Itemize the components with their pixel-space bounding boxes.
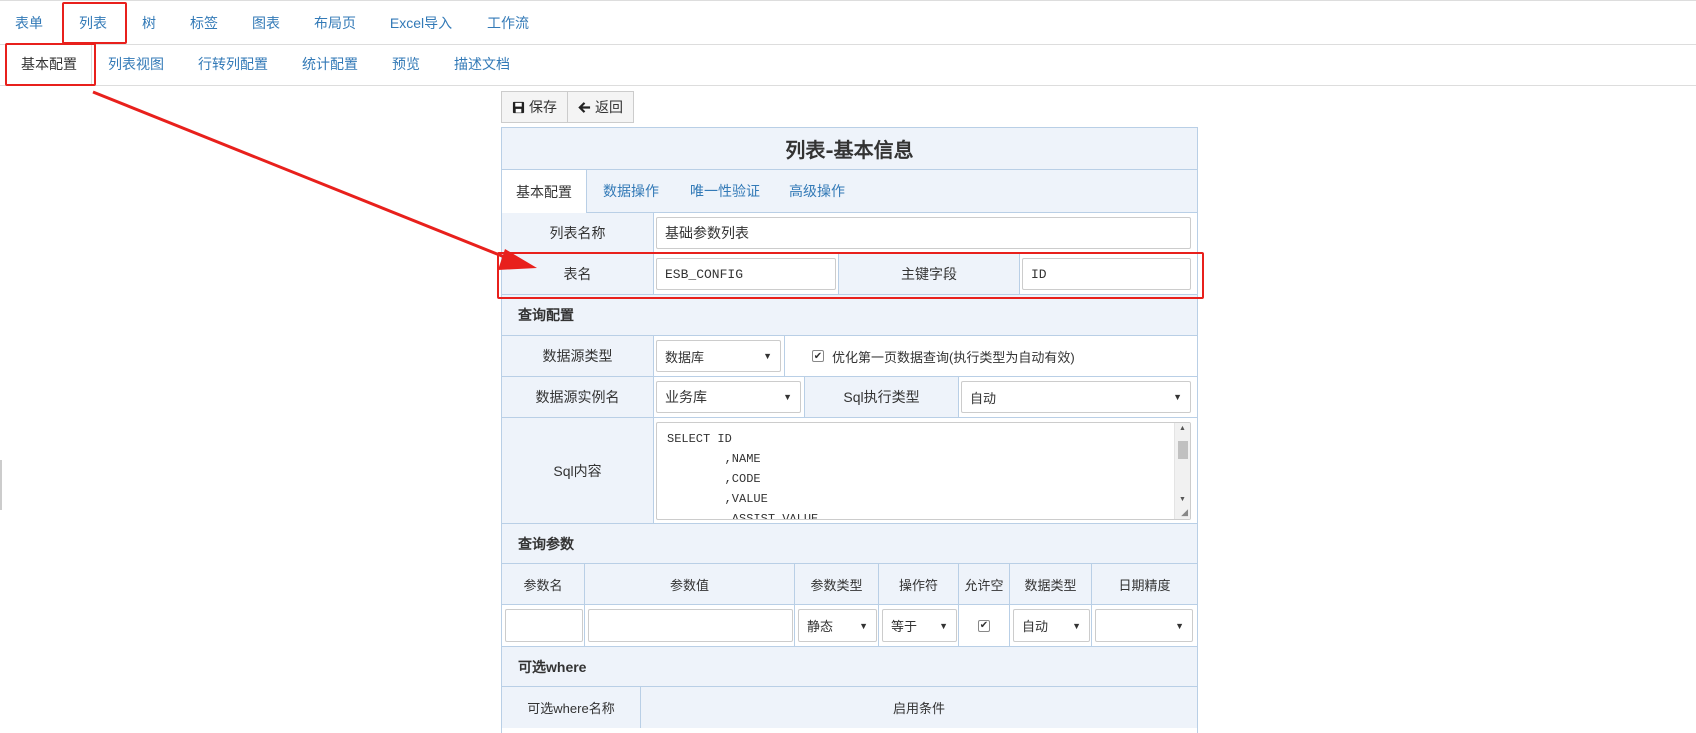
optional-where-header-row: 可选where名称 启用条件 xyxy=(502,687,1197,728)
sql-content-label: Sql内容 xyxy=(502,418,654,523)
scroll-down-icon[interactable]: ▼ xyxy=(1179,496,1186,503)
sub-tab-row-to-column[interactable]: 行转列配置 xyxy=(196,43,270,85)
highlight-box-basic-config-tab xyxy=(5,43,96,86)
sub-tab-stats-config[interactable]: 统计配置 xyxy=(300,43,360,85)
datasource-instance-value: 业务库 xyxy=(665,389,707,405)
nullable-checkbox-icon[interactable]: ✔ xyxy=(978,619,990,632)
sql-exec-type-label: Sql执行类型 xyxy=(804,377,959,417)
datasource-instance-label: 数据源实例名 xyxy=(502,377,654,417)
param-header-type: 参数类型 xyxy=(795,564,879,604)
param-header-operator: 操作符 xyxy=(879,564,959,604)
panel-tab-data-operations[interactable]: 数据操作 xyxy=(600,170,662,212)
sql-content-textarea[interactable]: SELECT ID ,NAME ,CODE ,VALUE ,ASSIST_VAL… xyxy=(656,422,1191,520)
arrow-left-icon xyxy=(578,101,591,113)
checkbox-checked-icon[interactable]: ✔ xyxy=(812,350,824,362)
panel-tab-advanced-operations[interactable]: 高级操作 xyxy=(787,170,847,212)
param-operator-value: 等于 xyxy=(891,619,918,634)
top-tab-chart[interactable]: 图表 xyxy=(244,1,288,44)
column-divider xyxy=(783,336,785,376)
datasource-instance-select[interactable]: 业务库 xyxy=(656,381,801,413)
highlight-box-list-tab xyxy=(62,2,127,44)
row-sql-content: Sql内容 SELECT ID ,NAME ,CODE ,VALUE ,ASSI… xyxy=(502,418,1197,524)
back-label: 返回 xyxy=(595,99,623,115)
param-date-precision-select[interactable] xyxy=(1095,609,1193,642)
back-button[interactable]: 返回 xyxy=(568,91,634,123)
resize-grip-icon[interactable]: ◢ xyxy=(1181,507,1188,518)
sql-scrollbar[interactable]: ▲ ▼ xyxy=(1174,423,1190,519)
query-config-section-title: 查询配置 xyxy=(502,295,1197,336)
optional-where-section-title: 可选where xyxy=(502,647,1197,687)
param-value-input[interactable] xyxy=(588,609,793,642)
param-name-input[interactable] xyxy=(505,609,583,642)
save-button[interactable]: 保存 xyxy=(501,91,568,123)
window-edge-marker xyxy=(0,460,2,510)
datasource-type-value: 数据库 xyxy=(665,349,705,365)
param-header-nullable: 允许空 xyxy=(959,564,1010,604)
top-tab-excel-import[interactable]: Excel导入 xyxy=(384,1,458,44)
panel-tabs: 基本配置 数据操作 唯一性验证 高级操作 xyxy=(502,170,1197,213)
sql-exec-type-value: 自动 xyxy=(970,390,997,406)
top-tab-layout[interactable]: 布局页 xyxy=(306,1,364,44)
param-operator-select[interactable]: 等于 xyxy=(882,609,957,642)
list-name-label: 列表名称 xyxy=(502,213,654,253)
param-header-date-precision: 日期精度 xyxy=(1092,564,1197,604)
enable-condition-header: 启用条件 xyxy=(641,687,1197,728)
datasource-type-select[interactable]: 数据库 xyxy=(656,340,781,372)
sub-tab-list-view[interactable]: 列表视图 xyxy=(104,43,168,85)
optimize-first-page-option[interactable]: ✔ 优化第一页数据查询(执行类型为自动有效) xyxy=(812,336,1075,376)
param-type-select[interactable]: 静态 xyxy=(798,609,877,642)
where-name-header: 可选where名称 xyxy=(502,687,641,728)
panel-tab-basic-config[interactable]: 基本配置 xyxy=(502,170,587,213)
param-header-value: 参数值 xyxy=(585,564,795,604)
panel-tab-unique-validation[interactable]: 唯一性验证 xyxy=(686,170,764,212)
param-nullable-cell: ✔ xyxy=(959,605,1010,646)
list-basic-info-panel: 列表-基本信息 基本配置 数据操作 唯一性验证 高级操作 列表名称 基础参数列表… xyxy=(501,127,1198,733)
param-header-name: 参数名 xyxy=(502,564,585,604)
highlight-box-table-name-row xyxy=(497,252,1204,299)
top-tab-tree[interactable]: 树 xyxy=(135,1,163,44)
param-data-type-select[interactable]: 自动 xyxy=(1013,609,1090,642)
top-tab-workflow[interactable]: 工作流 xyxy=(480,1,536,44)
list-name-input[interactable]: 基础参数列表 xyxy=(656,217,1191,249)
scroll-thumb[interactable] xyxy=(1178,441,1188,459)
params-header-row: 参数名 参数值 参数类型 操作符 允许空 数据类型 日期精度 xyxy=(502,564,1197,605)
sub-nav: 基本配置 列表视图 行转列配置 统计配置 预览 描述文档 xyxy=(0,43,1696,86)
top-nav: 表单 列表 树 标签 图表 布局页 Excel导入 工作流 xyxy=(0,0,1696,45)
optimize-first-page-label: 优化第一页数据查询(执行类型为自动有效) xyxy=(832,349,1075,365)
top-tab-form[interactable]: 表单 xyxy=(6,1,52,44)
row-datasource-type: 数据源类型 数据库 ✔ 优化第一页数据查询(执行类型为自动有效) xyxy=(502,336,1197,377)
row-list-name: 列表名称 基础参数列表 xyxy=(502,213,1197,254)
param-header-data-type: 数据类型 xyxy=(1010,564,1092,604)
param-data-type-value: 自动 xyxy=(1022,619,1049,634)
param-type-value: 静态 xyxy=(807,619,834,634)
toolbar: 保存 返回 xyxy=(501,91,634,125)
row-datasource-instance: 数据源实例名 业务库 Sql执行类型 自动 xyxy=(502,377,1197,418)
sub-tab-preview[interactable]: 预览 xyxy=(388,43,424,85)
panel-title: 列表-基本信息 xyxy=(502,128,1197,170)
sql-content-text: SELECT ID ,NAME ,CODE ,VALUE ,ASSIST_VAL… xyxy=(667,432,819,520)
scroll-up-icon[interactable]: ▲ xyxy=(1179,425,1186,432)
sub-tab-description-doc[interactable]: 描述文档 xyxy=(450,43,514,85)
datasource-type-label: 数据源类型 xyxy=(502,336,654,376)
query-params-section-title: 查询参数 xyxy=(502,524,1197,564)
top-tab-tag[interactable]: 标签 xyxy=(182,1,226,44)
params-row: 静态 等于 ✔ 自动 xyxy=(502,605,1197,647)
save-icon xyxy=(512,101,525,113)
save-label: 保存 xyxy=(529,99,557,115)
sql-exec-type-select[interactable]: 自动 xyxy=(961,381,1191,413)
